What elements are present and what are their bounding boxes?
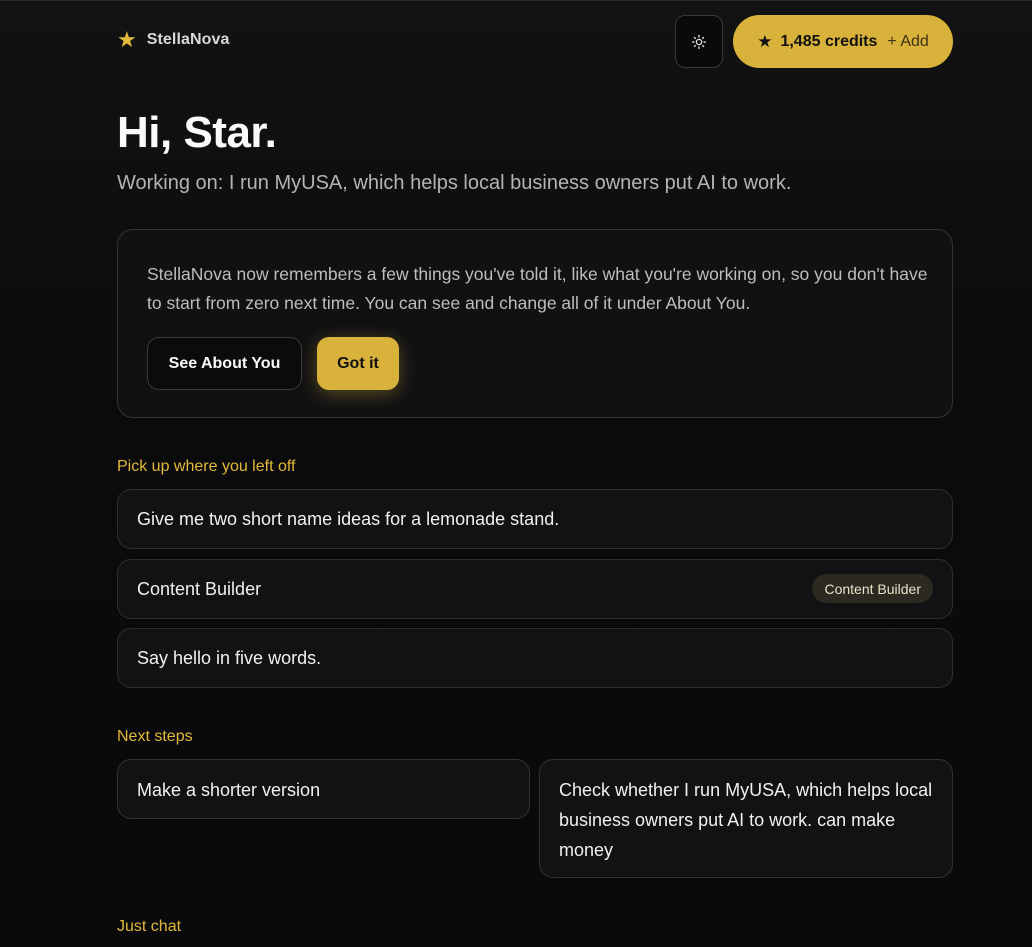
notice-text: StellaNova now remembers a few things yo…	[147, 264, 928, 313]
next-step-card[interactable]: Check whether I run MyUSA, which helps l…	[539, 759, 953, 878]
next-steps-section-title: Next steps	[117, 728, 193, 745]
recent-chat-label: Content Builder	[137, 578, 262, 599]
pickup-section-title: Pick up where you left off	[117, 458, 296, 475]
tool-tag-badge: Content Builder	[812, 574, 933, 603]
brand[interactable]: ★ StellaNova	[117, 29, 230, 51]
recent-chat-label: Say hello in five words.	[137, 647, 322, 668]
credits-button[interactable]: ★ 1,485 credits + Add	[733, 15, 953, 68]
top-bar: ★ StellaNova ★ 1,485 credits + Add	[117, 14, 953, 68]
sun-icon	[691, 34, 707, 49]
theme-toggle-button[interactable]	[675, 15, 723, 68]
recent-chat-item[interactable]: Give me two short name ideas for a lemon…	[117, 489, 953, 549]
star-icon: ★	[757, 31, 773, 51]
working-on-text: Working on: I run MyUSA, which helps loc…	[117, 172, 792, 194]
just-chat-section-title: Just chat	[117, 918, 182, 935]
recent-chat-label: Give me two short name ideas for a lemon…	[137, 508, 560, 529]
next-step-label: Make a shorter version	[137, 780, 321, 800]
see-about-you-button[interactable]: See About You	[147, 337, 302, 390]
recent-chat-item[interactable]: Say hello in five words.	[117, 628, 953, 688]
credits-amount: 1,485 credits	[780, 32, 878, 50]
star-logo-icon: ★	[117, 27, 137, 52]
greeting-title: Hi, Star.	[117, 108, 277, 157]
brand-name: StellaNova	[146, 31, 230, 48]
memory-notice-card: StellaNova now remembers a few things yo…	[117, 229, 953, 418]
got-it-button[interactable]: Got it	[317, 337, 399, 390]
next-step-label: Check whether I run MyUSA, which helps l…	[559, 780, 933, 860]
add-credits-label: + Add	[887, 32, 929, 50]
recent-chat-item[interactable]: Content Builder Content Builder	[117, 559, 953, 619]
next-step-card[interactable]: Make a shorter version	[117, 759, 530, 819]
